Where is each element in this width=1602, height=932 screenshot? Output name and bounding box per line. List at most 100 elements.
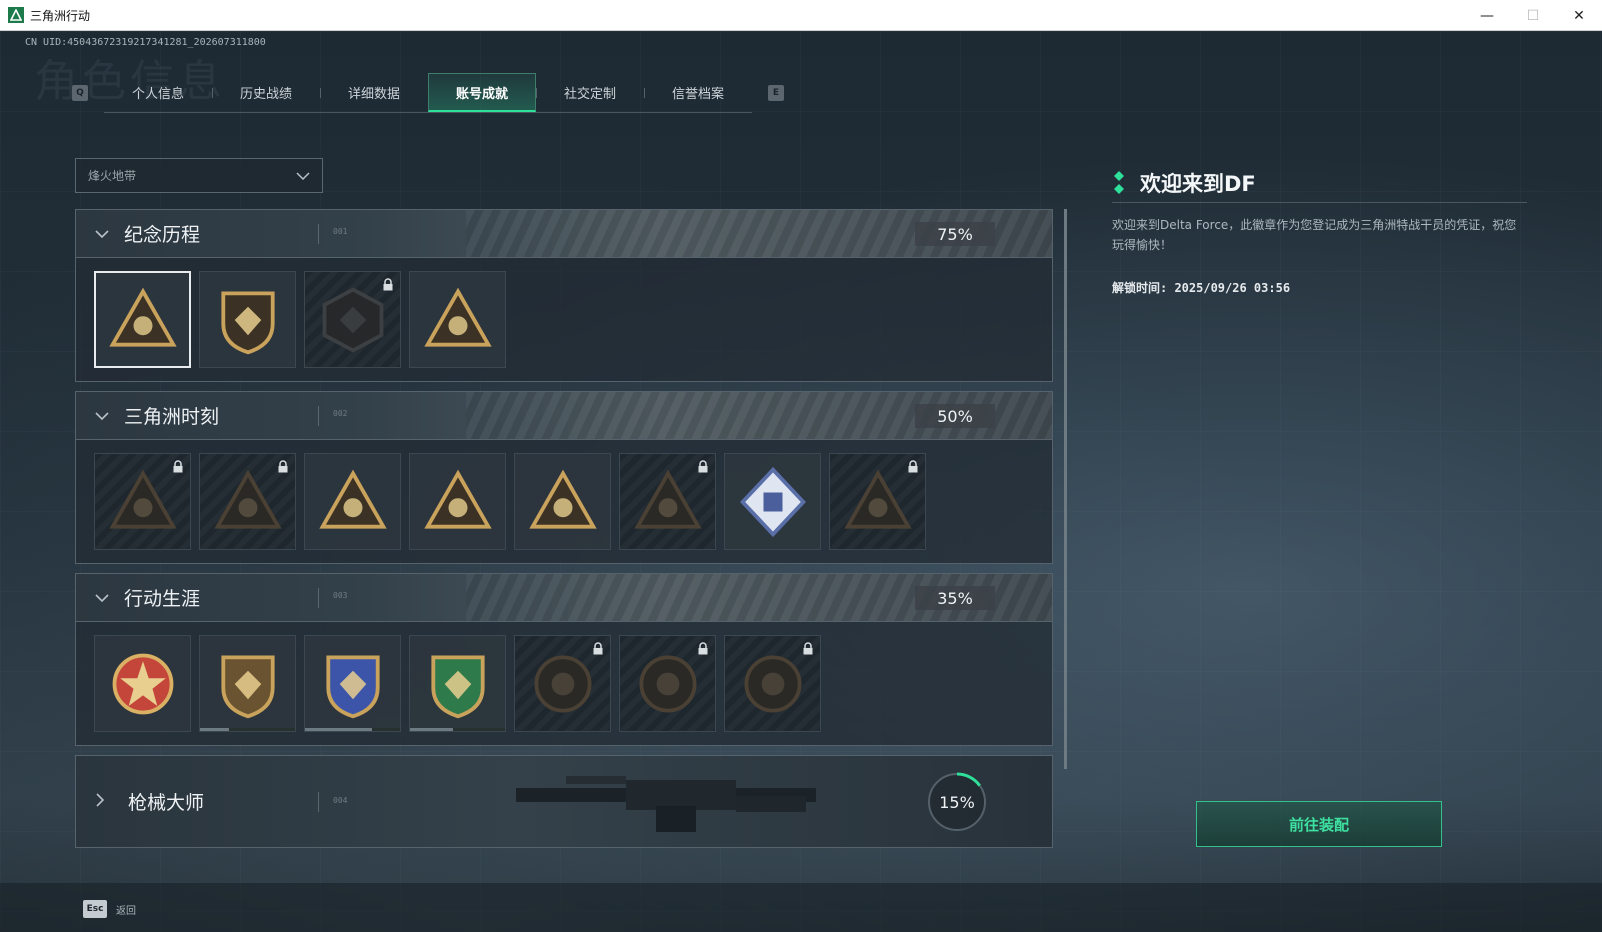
achievement-badge[interactable] [724, 453, 821, 550]
category-code: 002 [333, 409, 348, 418]
esc-key[interactable]: Esc [83, 900, 107, 918]
minimize-button[interactable]: — [1464, 0, 1510, 31]
tab-2[interactable]: 详细数据 [320, 73, 428, 112]
hexagon-emblem-badge-icon [322, 286, 383, 353]
lock-icon [698, 642, 708, 655]
category-percent: 15% [939, 792, 975, 812]
detail-header: 欢迎来到DF [1112, 163, 1527, 203]
badge-progress-bar [200, 728, 295, 731]
achievement-badge[interactable] [199, 635, 296, 732]
category-percent: 50% [915, 404, 995, 428]
crosshair-emblem-badge-icon [639, 655, 696, 712]
badge-progress-fill [305, 728, 372, 731]
category-header[interactable]: 三角洲时刻 002 50% [76, 392, 1052, 440]
blue-shield-badge-icon [325, 655, 380, 718]
lock-icon [593, 642, 603, 655]
window-titlebar: 三角洲行动 — ☐ ✕ [0, 0, 1602, 31]
category-toggle[interactable] [92, 224, 112, 244]
triangle-shield-badge-icon [108, 287, 177, 347]
chevron-down-icon[interactable] [94, 408, 110, 424]
category-header[interactable]: 行动生涯 003 35% [76, 574, 1052, 622]
achievement-badge[interactable] [619, 635, 716, 732]
badge-grid [76, 622, 1052, 745]
achievement-badge[interactable] [514, 635, 611, 732]
footer-bar [0, 883, 1602, 932]
chevron-down-icon[interactable] [94, 590, 110, 606]
mode-filter-dropdown[interactable]: 烽火地带 [75, 158, 323, 193]
number-one-triangle-badge-icon [423, 287, 492, 347]
achievement-badge[interactable] [619, 453, 716, 550]
category-code: 004 [333, 796, 348, 805]
category-code: 001 [333, 227, 348, 236]
achievement-badge[interactable] [829, 453, 926, 550]
lock-icon [173, 460, 183, 473]
helicopter-shield-badge-icon [220, 291, 275, 354]
achievement-badge[interactable] [304, 453, 401, 550]
tab-5[interactable]: 信誉档案 [644, 73, 752, 112]
badge-progress-fill [200, 728, 229, 731]
tab-4[interactable]: 社交定制 [536, 73, 644, 112]
ring-emblem-badge-icon [534, 655, 591, 712]
list-scrollbar[interactable] [1064, 209, 1067, 769]
tab-bar: Q 个人信息 历史战绩 详细数据 账号成就 社交定制 信誉档案 E [72, 73, 784, 113]
badge-grid [76, 440, 1052, 563]
achievement-badge[interactable] [199, 271, 296, 368]
achievement-badge[interactable] [304, 271, 401, 368]
window-title: 三角洲行动 [30, 8, 91, 23]
unlock-time: 解锁时间: 2025/09/26 03:56 [1112, 281, 1291, 295]
cube-diamond-badge-icon [739, 466, 806, 537]
green-shield-badge-icon [430, 655, 485, 718]
category-toggle[interactable] [92, 588, 112, 608]
achievement-category: 纪念历程 001 75% [75, 209, 1053, 382]
badge-grid [76, 258, 1052, 381]
tab-1[interactable]: 历史战绩 [212, 73, 320, 112]
maximize-button[interactable]: ☐ [1510, 0, 1556, 31]
crate-triangle-badge-icon [108, 469, 177, 529]
achievement-badge[interactable] [199, 453, 296, 550]
badge-progress-bar [410, 728, 505, 731]
back-label[interactable]: 返回 [116, 902, 136, 917]
category-code: 003 [333, 591, 348, 600]
achievement-category-collapsed[interactable]: 枪械大师 004 15% [75, 755, 1053, 848]
badge-progress-bar [305, 728, 400, 731]
chevron-right-icon[interactable] [92, 792, 108, 808]
tab-0[interactable]: 个人信息 [104, 73, 212, 112]
achievement-category: 行动生涯 003 35% [75, 573, 1053, 746]
achievement-badge[interactable] [724, 635, 821, 732]
achievement-badge[interactable] [94, 271, 191, 368]
achievement-badge[interactable] [304, 635, 401, 732]
achievement-badge[interactable] [409, 453, 506, 550]
app-logo-icon [8, 7, 24, 23]
tab-3[interactable]: 账号成就 [428, 73, 536, 112]
next-tab-key[interactable]: E [768, 85, 784, 101]
category-percent: 35% [915, 586, 995, 610]
lock-icon [278, 460, 288, 473]
chevron-down-icon[interactable] [94, 226, 110, 242]
lock-icon [698, 460, 708, 473]
divider [318, 406, 319, 426]
go-equip-button[interactable]: 前往装配 [1196, 801, 1442, 847]
achievement-badge[interactable] [514, 453, 611, 550]
category-header[interactable]: 纪念历程 001 75% [76, 210, 1052, 258]
detail-description: 欢迎来到Delta Force，此徽章作为您登记成为三角洲特战干员的凭证，祝您玩… [1112, 218, 1517, 252]
achievement-badge[interactable] [94, 635, 191, 732]
achievement-badge[interactable] [94, 453, 191, 550]
divider [318, 792, 319, 812]
category-title: 三角洲时刻 [124, 406, 220, 428]
soldier-triangle-badge-icon [213, 469, 282, 529]
game-screen: CN UID:4504367231921734128​1_20260731180… [0, 31, 1602, 932]
team-triangle-badge-icon [528, 469, 597, 529]
achievement-badge[interactable] [409, 635, 506, 732]
achievement-badge[interactable] [409, 271, 506, 368]
close-button[interactable]: ✕ [1556, 0, 1602, 31]
detail-title: 欢迎来到DF [1140, 171, 1256, 196]
tab-list: 个人信息 历史战绩 详细数据 账号成就 社交定制 信誉档案 [104, 73, 752, 113]
category-percent: 75% [915, 222, 995, 246]
prev-tab-key[interactable]: Q [72, 85, 88, 101]
lock-icon [908, 460, 918, 473]
squad-triangle-badge-icon [423, 469, 492, 529]
category-toggle[interactable] [92, 406, 112, 426]
star-wings-badge-icon [112, 653, 173, 714]
category-toggle[interactable] [92, 792, 108, 812]
badge-progress-fill [410, 728, 453, 731]
